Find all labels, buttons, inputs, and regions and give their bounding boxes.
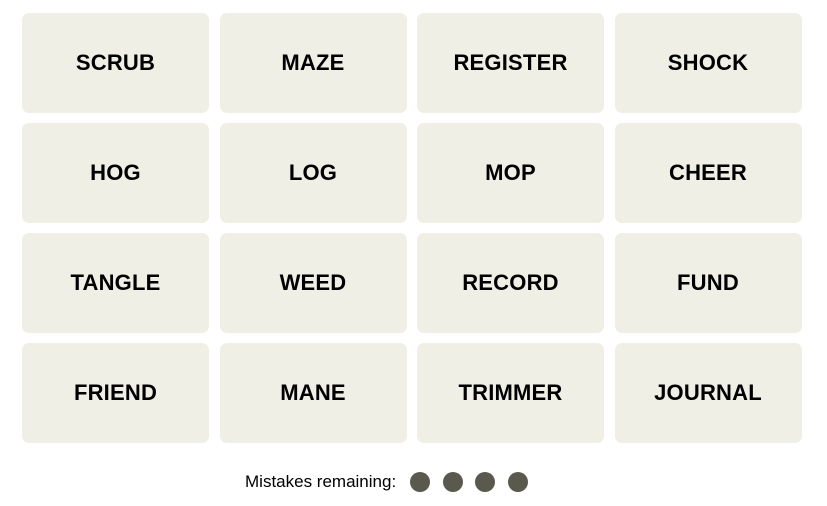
word-tile[interactable]: JOURNAL <box>614 343 802 443</box>
word-tile[interactable]: TANGLE <box>22 233 209 333</box>
mistake-dot <box>475 472 496 492</box>
word-tile[interactable]: HOG <box>22 123 209 223</box>
word-tile[interactable]: MAZE <box>219 13 407 113</box>
mistake-dots <box>410 472 528 492</box>
word-tile[interactable]: CHEER <box>614 123 802 223</box>
word-tile[interactable]: SCRUB <box>22 13 209 113</box>
word-tile[interactable]: WEED <box>219 233 407 333</box>
word-tile[interactable]: TRIMMER <box>417 343 604 443</box>
mistakes-remaining: Mistakes remaining: <box>245 470 528 494</box>
mistake-dot <box>410 472 431 492</box>
mistake-dot <box>442 472 463 492</box>
mistake-dot <box>507 472 528 492</box>
word-tile[interactable]: RECORD <box>417 233 604 333</box>
word-tile[interactable]: MOP <box>417 123 604 223</box>
mistakes-label: Mistakes remaining: <box>245 472 397 491</box>
word-tile[interactable]: REGISTER <box>417 13 604 113</box>
word-tile[interactable]: LOG <box>219 123 407 223</box>
word-tile[interactable]: FUND <box>614 233 802 333</box>
word-tile[interactable]: SHOCK <box>614 13 802 113</box>
word-tile[interactable]: MANE <box>219 343 407 443</box>
word-tile[interactable]: FRIEND <box>22 343 209 443</box>
word-grid: SCRUB MAZE REGISTER SHOCK HOG LOG MOP CHEER TANG… <box>22 13 802 443</box>
